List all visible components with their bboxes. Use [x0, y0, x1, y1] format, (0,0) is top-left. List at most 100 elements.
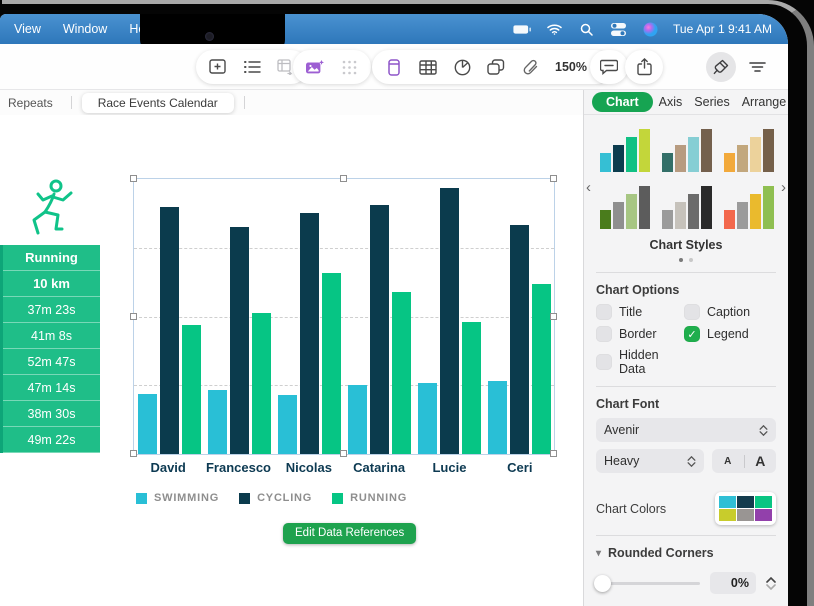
selection-handle[interactable] [130, 175, 137, 182]
chart-legend: SWIMMING CYCLING RUNNING [136, 492, 407, 504]
menu-window[interactable]: Window [63, 22, 107, 36]
menu-view[interactable]: View [14, 22, 41, 36]
checkbox-caption[interactable]: Caption [684, 304, 776, 320]
thumb-bar [600, 210, 611, 229]
table-cell[interactable]: 47m 14s [3, 375, 100, 401]
updown-chevrons-icon [759, 425, 768, 436]
tab-arrange[interactable]: Arrange [736, 93, 788, 111]
toolbar-group-insert [196, 50, 308, 84]
bar-cycling [370, 205, 389, 454]
selection-handle[interactable] [130, 313, 137, 320]
table-cell[interactable]: 38m 30s [3, 401, 100, 427]
status-area: Tue Apr 1 9:41 AM [513, 14, 772, 44]
selection-handle[interactable] [130, 450, 137, 457]
comment-icon [600, 58, 618, 76]
chart-styles-label: Chart Styles [600, 238, 772, 252]
rounded-corners-value[interactable]: 0% [710, 572, 756, 594]
thumb-bar [724, 210, 735, 229]
checkbox-hidden-data[interactable]: Hidden Data [596, 348, 684, 376]
selection-handle[interactable] [550, 313, 557, 320]
format-brush-button[interactable] [706, 52, 736, 82]
thumb-bar [763, 129, 774, 172]
font-weight-select[interactable]: Heavy [596, 449, 704, 473]
legend-item[interactable]: CYCLING [239, 492, 312, 504]
carousel-prev-icon[interactable]: ‹ [586, 179, 591, 196]
value-stepper[interactable] [766, 577, 776, 590]
legend-swatch-icon [239, 493, 250, 504]
chart-style-thumbnail-3[interactable] [724, 125, 774, 172]
selection-handle[interactable] [340, 175, 347, 182]
shapes-icon[interactable] [487, 58, 505, 76]
thumb-bar [639, 186, 650, 229]
thumb-bar [724, 153, 735, 172]
carousel-page-dots[interactable] [600, 258, 772, 262]
wifi-icon[interactable] [545, 20, 563, 38]
rounded-corners-header[interactable]: ▾ Rounded Corners [596, 546, 776, 560]
view-options-button[interactable] [742, 52, 772, 82]
checkbox-title[interactable]: Title [596, 304, 684, 320]
tab-chart[interactable]: Chart [592, 92, 653, 112]
tab-series[interactable]: Series [688, 93, 735, 111]
table-header-cell[interactable]: 10 km [3, 271, 100, 297]
selection-handle[interactable] [550, 175, 557, 182]
control-center-icon[interactable] [609, 20, 627, 38]
insert-textbox-icon[interactable] [209, 58, 227, 76]
slider-knob[interactable] [594, 575, 611, 592]
checkbox-label: Legend [707, 327, 749, 341]
chart-style-thumbnail-1[interactable] [600, 125, 650, 172]
carousel-next-icon[interactable]: › [781, 179, 786, 196]
app-toolbar: 150% [0, 44, 788, 90]
column-icon[interactable] [385, 58, 403, 76]
rounded-corners-slider[interactable] [596, 582, 700, 585]
page-dot-active[interactable] [679, 258, 683, 262]
table-cell[interactable]: 41m 8s [3, 323, 100, 349]
bar-chart[interactable] [133, 178, 555, 455]
media-icon[interactable] [306, 58, 324, 76]
running-times-table[interactable]: Running10 km37m 23s41m 8s52m 47s47m 14s3… [0, 245, 100, 453]
chart-colors-swatch[interactable] [715, 492, 776, 525]
attach-icon[interactable] [521, 58, 539, 76]
checkbox-legend[interactable]: ✓Legend [684, 326, 776, 342]
legend-item[interactable]: SWIMMING [136, 492, 219, 504]
page-dot[interactable] [689, 258, 693, 262]
selection-handle[interactable] [340, 450, 347, 457]
chart-style-thumbnail-2[interactable] [662, 125, 712, 172]
thumb-bar [737, 145, 748, 172]
legend-item[interactable]: RUNNING [332, 492, 407, 504]
selection-handle[interactable] [550, 450, 557, 457]
font-family-value: Avenir [604, 423, 639, 437]
font-smaller-button[interactable]: A [712, 456, 744, 467]
bar-group [274, 179, 344, 454]
checkbox-border[interactable]: Border [596, 326, 684, 342]
legend-swatch-icon [332, 493, 343, 504]
grid-icon[interactable] [340, 58, 358, 76]
table-icon[interactable] [419, 58, 437, 76]
share-button[interactable] [625, 50, 663, 84]
table-cell[interactable]: 49m 22s [3, 427, 100, 453]
table-cell[interactable]: 37m 23s [3, 297, 100, 323]
table-cell[interactable]: 52m 47s [3, 349, 100, 375]
bar-running [182, 325, 201, 454]
doc-tab-race-events-calendar[interactable]: Race Events Calendar [82, 93, 234, 113]
chart-style-thumbnail-4[interactable] [600, 182, 650, 229]
tab-axis[interactable]: Axis [653, 93, 689, 111]
bar-cycling [300, 213, 319, 454]
search-icon[interactable] [577, 20, 595, 38]
font-family-select[interactable]: Avenir [596, 418, 776, 442]
list-icon[interactable] [243, 58, 261, 76]
tab-divider [71, 96, 72, 109]
chart-icon[interactable] [453, 58, 471, 76]
battery-icon [513, 20, 531, 38]
table-header-cell[interactable]: Running [3, 245, 100, 271]
siri-icon[interactable] [641, 20, 659, 38]
chart-style-thumbnail-6[interactable] [724, 182, 774, 229]
inspector-tabs: Chart Axis Series Arrange [584, 90, 788, 115]
font-larger-button[interactable]: A [745, 453, 777, 469]
comment-button[interactable] [590, 50, 628, 84]
toolbar-group-media [293, 50, 371, 84]
device-frame: View Window Help [0, 0, 814, 606]
menu-clock[interactable]: Tue Apr 1 9:41 AM [673, 22, 772, 36]
chart-style-thumbnail-5[interactable] [662, 182, 712, 229]
doc-tab-repeats[interactable]: Repeats [0, 96, 61, 110]
edit-data-references-button[interactable]: Edit Data References [283, 523, 416, 544]
